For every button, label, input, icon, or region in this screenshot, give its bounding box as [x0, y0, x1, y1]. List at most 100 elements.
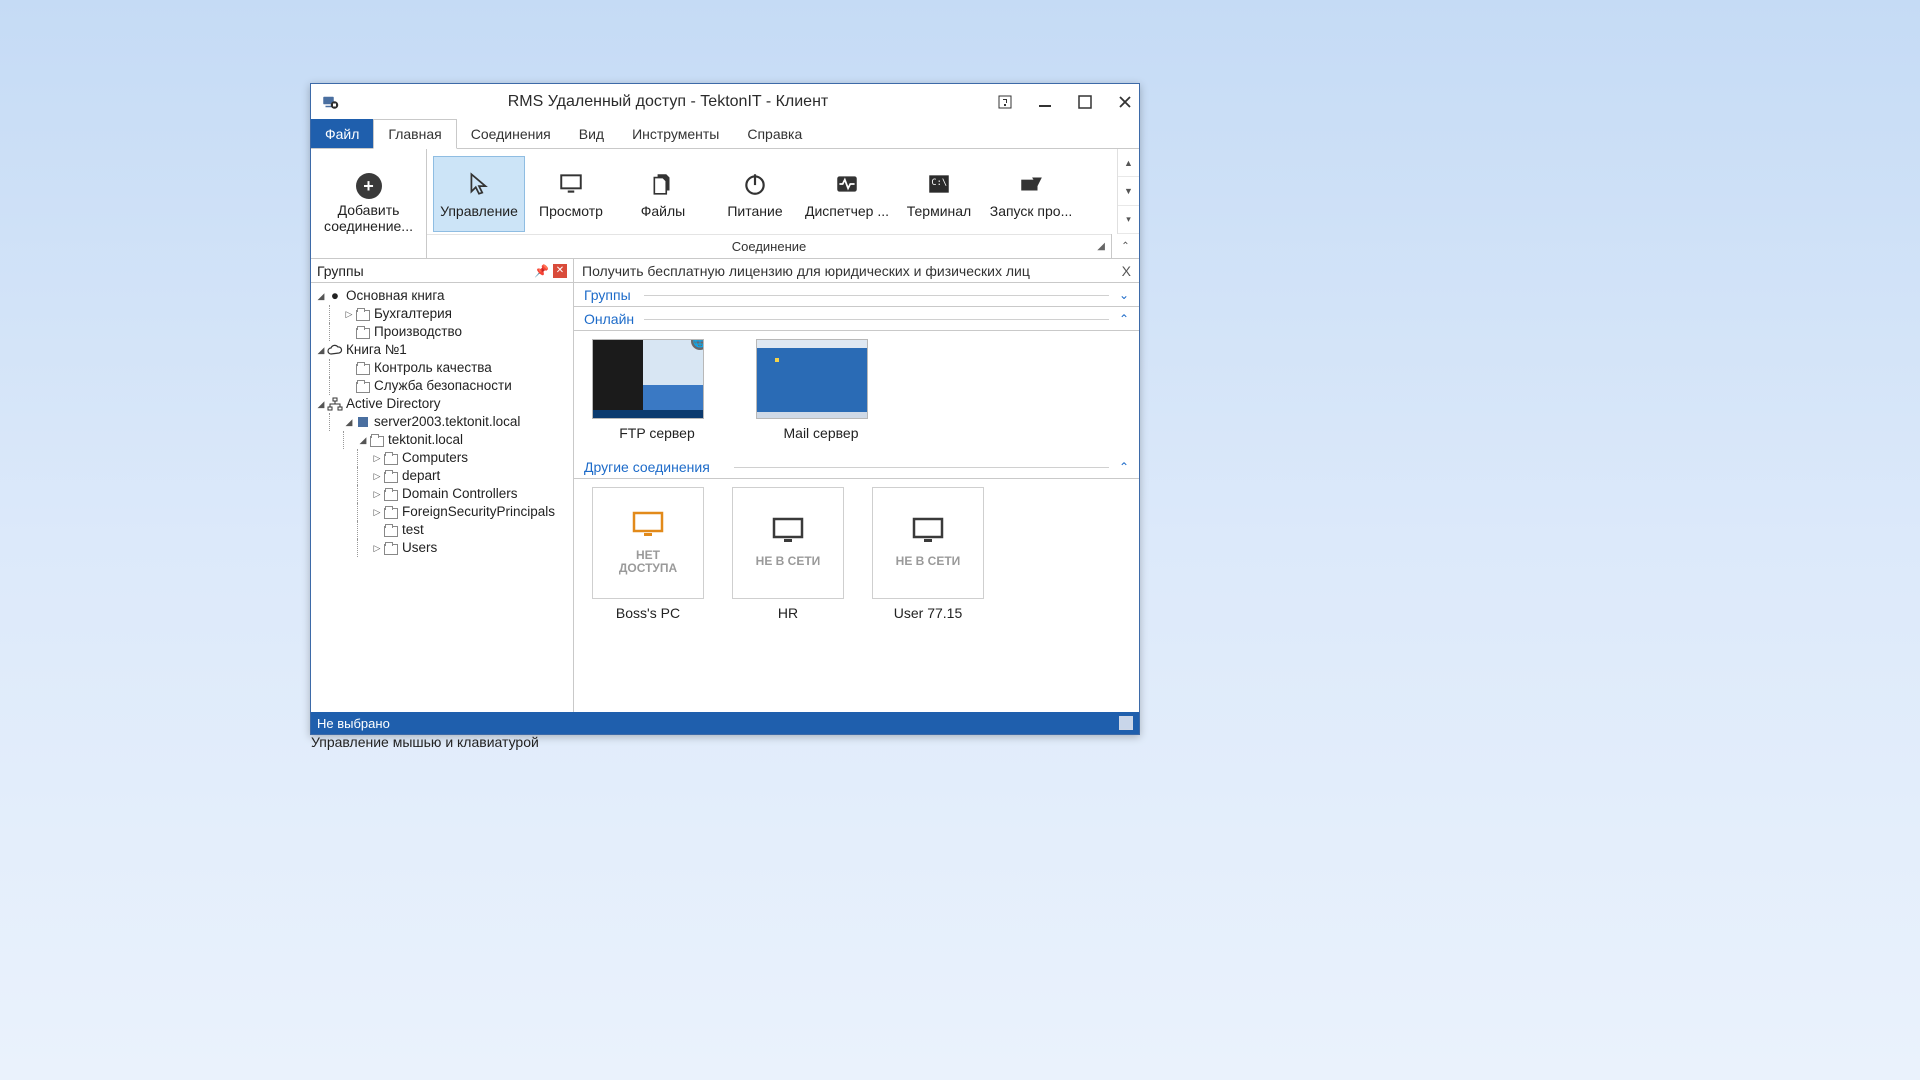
tree-server[interactable]: ◢server2003.tektonit.local: [315, 413, 573, 431]
connection-hr[interactable]: НЕ В СЕТИ HR: [732, 487, 844, 621]
tree-domain[interactable]: ◢tektonit.local: [315, 431, 573, 449]
svg-text:C:\: C:\: [931, 178, 947, 188]
thumbnail: 🌐: [592, 339, 704, 419]
status-left: Не выбрано: [317, 716, 390, 731]
connection-label: FTP сервер: [592, 425, 722, 441]
tool-taskmgr[interactable]: Диспетчер ...: [801, 156, 893, 232]
groups-panel-title: Группы 📌 ✕: [311, 259, 573, 283]
monitor-icon: [772, 517, 804, 543]
tree-qc[interactable]: Контроль качества: [315, 359, 573, 377]
chevron-up-icon: ⌃: [1119, 460, 1129, 474]
tool-files[interactable]: Файлы: [617, 156, 709, 232]
section-groups[interactable]: Группы⌄: [574, 283, 1139, 307]
groups-panel: Группы 📌 ✕ ◢●Основная книга ▷Бухгалтерия…: [311, 259, 574, 712]
menu-tools[interactable]: Инструменты: [618, 119, 733, 148]
menu-view[interactable]: Вид: [565, 119, 618, 148]
folder-icon: [383, 450, 399, 466]
pulse-icon: [832, 169, 862, 199]
tool-label: Управление: [440, 203, 518, 219]
connection-user7715[interactable]: НЕ В СЕТИ User 77.15: [872, 487, 984, 621]
maximize-icon[interactable]: [1077, 94, 1093, 110]
monitor-icon: [556, 169, 586, 199]
tool-label: Файлы: [641, 203, 685, 219]
folder-icon: [383, 522, 399, 538]
pin-icon[interactable]: 📌: [534, 264, 549, 278]
section-online[interactable]: Онлайн⌃: [574, 307, 1139, 331]
add-connection-button[interactable]: + Добавитьсоединение...: [311, 149, 427, 258]
window-help-icon[interactable]: [997, 94, 1013, 110]
status-text: НЕ В СЕТИ: [896, 555, 961, 568]
minimize-icon[interactable]: [1037, 94, 1053, 110]
tool-terminal[interactable]: C:\ Терминал: [893, 156, 985, 232]
tool-run[interactable]: Запуск про...: [985, 156, 1077, 232]
menu-connections[interactable]: Соединения: [457, 119, 565, 148]
tool-power[interactable]: Питание: [709, 156, 801, 232]
connection-boss[interactable]: НЕТДОСТУПА Boss's PC: [592, 487, 704, 621]
connection-ftp[interactable]: 🌐 FTP сервер: [592, 339, 722, 441]
plus-icon: +: [356, 173, 382, 199]
folder-icon: [369, 432, 385, 448]
folder-icon: [383, 540, 399, 556]
tool-view[interactable]: Просмотр: [525, 156, 617, 232]
monitor-icon: [632, 511, 664, 537]
cursor-icon: [464, 169, 494, 199]
menubar: Файл Главная Соединения Вид Инструменты …: [311, 119, 1139, 149]
menu-file[interactable]: Файл: [311, 119, 373, 148]
ribbon-down-icon[interactable]: ▼: [1118, 177, 1139, 205]
chevron-up-icon: ⌃: [1119, 312, 1129, 326]
tree-users[interactable]: ▷Users: [315, 539, 573, 557]
notice-close-icon[interactable]: X: [1122, 263, 1131, 279]
section-other[interactable]: Другие соединения⌃: [574, 455, 1139, 479]
network-icon: [327, 396, 343, 412]
folder-icon: [383, 504, 399, 520]
panel-close-icon[interactable]: ✕: [553, 264, 567, 278]
tool-manage[interactable]: Управление: [433, 156, 525, 232]
menu-main[interactable]: Главная: [373, 119, 456, 149]
power-icon: [740, 169, 770, 199]
ribbon-expand-icon[interactable]: ◢: [1097, 241, 1105, 252]
tree-depart[interactable]: ▷depart: [315, 467, 573, 485]
tree-test[interactable]: test: [315, 521, 573, 539]
folder-icon: [383, 486, 399, 502]
connection-label: Boss's PC: [592, 605, 704, 621]
online-list: 🌐 FTP сервер Mail сервер: [574, 331, 1139, 455]
menu-help[interactable]: Справка: [733, 119, 816, 148]
app-icon: [321, 93, 339, 111]
other-list: НЕТДОСТУПА Boss's PC НЕ В СЕТИ HR НЕ В С…: [574, 479, 1139, 635]
tree-security[interactable]: Служба безопасности: [315, 377, 573, 395]
tree-ad[interactable]: ◢Active Directory: [315, 395, 573, 413]
folder-icon: [355, 378, 371, 394]
ribbon-up-icon[interactable]: ▲: [1118, 149, 1139, 177]
tool-label: Запуск про...: [990, 203, 1073, 219]
tool-label: Диспетчер ...: [805, 203, 889, 219]
main-panel: Получить бесплатную лицензию для юридиче…: [574, 259, 1139, 712]
ribbon-tools: Управление Просмотр Файлы Питание: [427, 149, 1117, 234]
ribbon: + Добавитьсоединение... Управление Просм…: [311, 149, 1139, 259]
titlebar: RMS Удаленный доступ - TektonIT - Клиент: [311, 84, 1139, 119]
tree-book1[interactable]: ◢Книга №1: [315, 341, 573, 359]
run-icon: [1016, 169, 1046, 199]
tree-computers[interactable]: ▷Computers: [315, 449, 573, 467]
ribbon-collapse-icon[interactable]: ⌃: [1111, 234, 1139, 258]
tool-label: Питание: [727, 203, 782, 219]
connection-mail[interactable]: Mail сервер: [756, 339, 886, 441]
folder-icon: [355, 324, 371, 340]
add-connection-label: Добавитьсоединение...: [324, 203, 413, 234]
close-icon[interactable]: [1117, 94, 1133, 110]
tree-production[interactable]: Производство: [315, 323, 573, 341]
status-text: НЕ В СЕТИ: [756, 555, 821, 568]
status-icon[interactable]: [1119, 716, 1133, 730]
tree-main-book[interactable]: ◢●Основная книга: [315, 287, 573, 305]
connection-label: HR: [732, 605, 844, 621]
tree-fsp[interactable]: ▷ForeignSecurityPrincipals: [315, 503, 573, 521]
ribbon-scroll: ▲ ▼ ▾: [1117, 149, 1139, 234]
connection-label: Mail сервер: [756, 425, 886, 441]
ribbon-caption: Соединение ◢: [427, 234, 1111, 258]
files-icon: [648, 169, 678, 199]
tree-accounting[interactable]: ▷Бухгалтерия: [315, 305, 573, 323]
ribbon-more-icon[interactable]: ▾: [1118, 206, 1139, 234]
app-window: RMS Удаленный доступ - TektonIT - Клиент…: [310, 83, 1140, 735]
status-center: Управление мышью и клавиатурой: [311, 734, 539, 750]
license-notice[interactable]: Получить бесплатную лицензию для юридиче…: [574, 259, 1139, 283]
tree-dc[interactable]: ▷Domain Controllers: [315, 485, 573, 503]
